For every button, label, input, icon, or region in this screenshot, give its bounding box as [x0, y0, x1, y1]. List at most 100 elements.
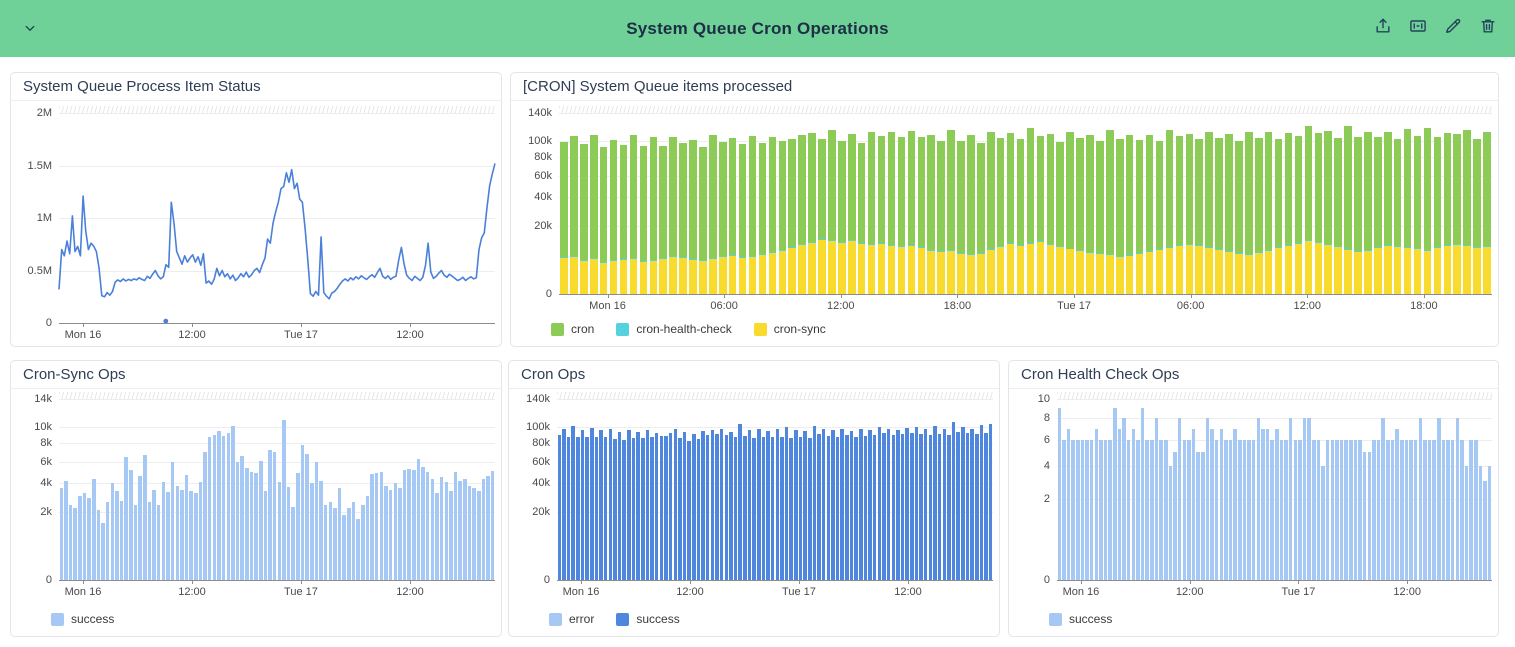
bar-success	[956, 432, 960, 580]
bar-cron-sync	[570, 257, 578, 294]
legend-item[interactable]: cron-sync	[754, 322, 826, 336]
bar-cron-health-check	[1483, 246, 1491, 247]
x-axis-tick	[192, 580, 193, 584]
bar-cron-sync	[1037, 242, 1045, 294]
bar-cron-health-check	[1384, 245, 1392, 246]
bar-cron	[1027, 128, 1035, 243]
export-icon[interactable]	[1372, 15, 1394, 37]
x-axis-label: Tue 17	[284, 329, 318, 341]
bar-cron	[1444, 133, 1452, 245]
bar-cron	[1424, 128, 1432, 250]
gridline	[1057, 399, 1492, 400]
timeseries-chart[interactable]: 2M1.5M1M0.5M0Mon 1612:00Tue 1712:00	[11, 102, 501, 346]
bar-cron	[650, 137, 658, 259]
bar-success	[449, 491, 453, 580]
bar-cron-health-check	[1225, 251, 1233, 252]
y-axis-label: 10k	[11, 421, 52, 434]
bar-cron-sync	[1146, 252, 1154, 294]
bar-success	[748, 430, 752, 580]
bar-cron-health-check	[937, 251, 945, 252]
bar-success	[491, 471, 495, 580]
bar-cron-health-check	[987, 249, 995, 250]
bar-cron	[1275, 139, 1283, 248]
x-axis-label: 12:00	[178, 586, 206, 598]
bar-success	[1405, 440, 1409, 580]
bar-success	[1395, 429, 1399, 580]
x-axis-tick	[1190, 580, 1191, 584]
bar-cron-sync	[1017, 245, 1025, 294]
bar-success	[590, 428, 594, 580]
bar-cron	[1176, 136, 1184, 245]
bar-cron-health-check	[1374, 247, 1382, 248]
y-axis-label: 0	[511, 288, 552, 301]
legend-item[interactable]: cron-health-check	[616, 322, 731, 336]
bar-cron-sync	[838, 242, 846, 294]
bar-cron	[620, 145, 628, 259]
bar-success	[776, 429, 780, 580]
bar-cron	[1007, 133, 1015, 243]
bar-success	[933, 426, 937, 581]
bar-success	[482, 479, 486, 580]
bar-cron	[1245, 132, 1253, 254]
legend-item[interactable]: success	[1049, 612, 1112, 626]
bar-cron-sync	[1215, 250, 1223, 294]
bar-success	[794, 430, 798, 580]
x-axis-label: Tue 17	[1282, 586, 1316, 598]
bar-success	[1446, 440, 1450, 580]
x-axis-tick	[1424, 294, 1425, 298]
bar-success	[287, 487, 291, 580]
bar-cron	[927, 135, 935, 250]
bar-chart[interactable]: 1086420Mon 1612:00Tue 1712:00success	[1009, 390, 1498, 636]
duplicate-icon[interactable]	[1407, 15, 1429, 37]
bar-chart[interactable]: 140k100k80k60k40k20k0Mon 1612:00Tue 1712…	[509, 390, 999, 636]
stacked-bar-chart[interactable]: 140k100k80k60k40k20k0Mon 1606:0012:0018:…	[511, 102, 1498, 346]
gridline	[59, 113, 495, 114]
edit-icon[interactable]	[1442, 15, 1464, 37]
chevron-down-icon[interactable]	[18, 16, 42, 40]
legend-item[interactable]: cron	[551, 322, 594, 336]
legend-item[interactable]: success	[616, 612, 679, 626]
bar-success	[729, 432, 733, 580]
bar-cron-health-check	[1275, 247, 1283, 248]
y-axis-label: 80k	[511, 151, 552, 164]
legend-item[interactable]: error	[549, 612, 594, 626]
bar-success	[822, 429, 826, 580]
panel-cron-ops: Cron Ops 140k100k80k60k40k20k0Mon 1612:0…	[508, 360, 1000, 637]
bar-success	[189, 491, 193, 580]
x-axis-label: 12:00	[1294, 300, 1322, 312]
bar-cron	[818, 139, 826, 239]
bar-cron-health-check	[560, 257, 568, 258]
legend-item[interactable]: success	[51, 612, 114, 626]
bar-cron	[788, 139, 796, 247]
bar-cron-health-check	[759, 254, 767, 255]
x-axis-label: 18:00	[944, 300, 972, 312]
bar-success	[250, 472, 254, 580]
gridline	[59, 399, 495, 400]
y-axis-label: 20k	[509, 506, 550, 519]
bar-cron-health-check	[699, 260, 707, 261]
bar-cron-sync	[1463, 246, 1471, 294]
bar-success	[1321, 466, 1325, 580]
bar-success	[370, 474, 374, 580]
bar-success	[166, 492, 170, 580]
bar-success	[1233, 429, 1237, 580]
bar-cron	[640, 146, 648, 261]
trash-icon[interactable]	[1477, 15, 1499, 37]
bar-success	[896, 430, 900, 580]
bar-chart[interactable]: 14k10k8k6k4k2k0Mon 1612:00Tue 1712:00suc…	[11, 390, 501, 636]
legend: error success	[549, 612, 680, 626]
bar-cron-sync	[878, 243, 886, 294]
bar-cron-health-check	[1305, 240, 1313, 241]
bar-success	[650, 437, 654, 580]
chart-title: Cron-Sync Ops	[11, 361, 501, 389]
bar-cron	[967, 135, 975, 254]
bar-cron-health-check	[977, 253, 985, 254]
bar-cron-sync	[818, 240, 826, 294]
x-axis-label: Mon 16	[65, 586, 102, 598]
bar-cron-sync	[560, 258, 568, 294]
bar-success	[938, 434, 942, 580]
x-axis-label: Tue 17	[1057, 300, 1091, 312]
x-axis-label: 12:00	[396, 329, 424, 341]
bar-cron-health-check	[848, 240, 856, 241]
bar-success	[291, 507, 295, 580]
